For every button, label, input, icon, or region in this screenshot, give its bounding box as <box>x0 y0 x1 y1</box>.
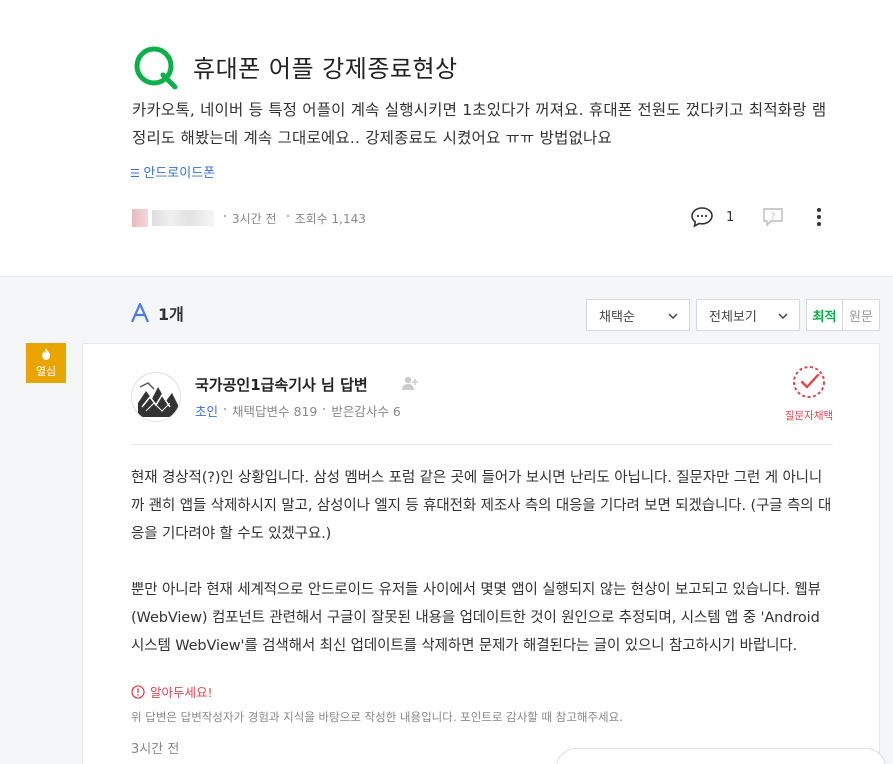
questioner-choice-badge: 질문자채택 <box>771 364 847 423</box>
hot-badge-label: 열심 <box>35 364 57 378</box>
sort-order-select[interactable]: 채택순 <box>586 299 690 331</box>
answers-section: 1개 채택순 전체보기 최적 원문 열심 국가공인1급속기사 님 답변 초인 채… <box>0 276 893 764</box>
answers-header: 1개 <box>130 301 184 325</box>
question-bubble-icon: ? <box>763 208 783 227</box>
svg-text:?: ? <box>771 212 776 222</box>
question-q-icon <box>134 46 178 90</box>
category-label: 안드로이드폰 <box>143 166 216 181</box>
more-options-button[interactable] <box>816 207 822 227</box>
notice-title: 알아두세요! <box>131 682 623 701</box>
check-stamp-icon <box>793 366 825 398</box>
answer-count: 1개 <box>158 305 184 324</box>
bottom-toast-popup[interactable] <box>556 748 886 764</box>
answer-notice: 알아두세요! 위 답변은 답변작성자가 경험과 지식을 바탕으로 작성한 내용입… <box>131 682 623 725</box>
more-vertical-icon <box>817 208 822 226</box>
question-category-link[interactable]: ☰ 안드로이드폰 <box>130 162 215 181</box>
category-list-icon: ☰ <box>130 167 144 180</box>
answer-body: 현재 경상적(?)인 상황입니다. 삼성 멤버스 포럼 같은 곳에 들어가 보시… <box>131 464 833 688</box>
sort-order-value: 채택순 <box>599 309 635 325</box>
meta-separator <box>323 407 326 410</box>
notice-text: 위 답변은 답변작성자가 경험과 지식을 바탕으로 작성한 내용입니다. 포인트… <box>131 710 623 724</box>
optimized-toggle[interactable]: 최적 <box>806 299 843 331</box>
answer-card: 국가공인1급속기사 님 답변 초인 채택답변수 819 받은감사수 6 질문자채… <box>82 343 880 764</box>
answerer-stats: 초인 채택답변수 819 받은감사수 6 <box>195 401 401 420</box>
answerer-grade[interactable]: 초인 <box>195 401 218 420</box>
meta-separator <box>224 407 227 410</box>
question-actions: 1 ? <box>690 206 822 228</box>
comment-icon <box>691 207 713 228</box>
chevron-down-icon <box>668 313 678 320</box>
comment-count: 1 <box>726 209 735 225</box>
add-friend-icon[interactable] <box>401 375 419 391</box>
hot-badge: 열심 <box>26 343 66 383</box>
meta-separator <box>286 215 289 217</box>
questioner-choice-label: 질문자채택 <box>784 410 834 422</box>
avatar[interactable] <box>131 372 181 422</box>
author-avatar-blurred <box>132 209 148 227</box>
divider <box>131 444 833 445</box>
meta-separator <box>224 215 226 217</box>
answer-a-icon <box>130 302 150 323</box>
comment-button[interactable]: 1 <box>690 206 734 228</box>
adopted-answer-count: 채택답변수 819 <box>232 404 318 419</box>
question-time: 3시간 전 <box>232 211 277 226</box>
similar-question-button[interactable]: ? <box>762 207 784 227</box>
alert-circle-icon <box>131 684 145 699</box>
answer-time: 3시간 전 <box>131 742 180 757</box>
question-meta: 3시간 전 조회수 1,143 <box>132 208 366 228</box>
answerer-name[interactable]: 국가공인1급속기사 님 답변 <box>195 374 368 395</box>
question-title: 휴대폰 어플 강제종료현상 <box>193 55 458 83</box>
answer-paragraph: 뿐만 아니라 현재 세계적으로 안드로이드 유저들 사이에서 몇몇 앱이 실행되… <box>131 582 821 654</box>
view-filter-select[interactable]: 전체보기 <box>696 299 800 331</box>
answerer-profile-image <box>132 373 180 421</box>
original-toggle[interactable]: 원문 <box>843 299 880 331</box>
view-filter-value: 전체보기 <box>709 309 757 325</box>
author-name-blurred <box>152 210 214 226</box>
flame-icon <box>42 347 50 360</box>
chevron-down-icon <box>778 313 788 320</box>
notice-title-text: 알아두세요! <box>150 685 213 700</box>
question-body: 카카오톡, 네이버 등 특정 어플이 계속 실행시키면 1초있다가 꺼져요. 휴… <box>132 101 827 147</box>
question-section: 휴대폰 어플 강제종료현상 카카오톡, 네이버 등 특정 어플이 계속 실행시키… <box>0 0 893 276</box>
received-thanks-count: 받은감사수 6 <box>331 404 401 419</box>
answer-paragraph: 현재 경상적(?)인 상황입니다. 삼성 멤버스 포럼 같은 곳에 들어가 보시… <box>131 470 832 542</box>
display-toggle: 최적 원문 <box>806 299 880 331</box>
question-views: 조회수 1,143 <box>294 211 366 226</box>
